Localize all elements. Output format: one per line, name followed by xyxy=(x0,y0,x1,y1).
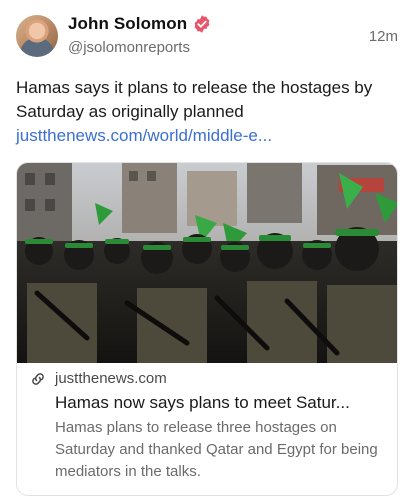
author-row: John Solomon xyxy=(68,12,212,36)
card-image xyxy=(17,163,397,363)
post-timestamp: 12m xyxy=(368,28,398,45)
post-text: Hamas says it plans to release the hosta… xyxy=(16,78,373,121)
verified-badge-icon xyxy=(194,15,210,33)
link-preview-card[interactable]: justthenews.com Hamas now says plans to … xyxy=(16,162,398,496)
card-domain-row: justthenews.com xyxy=(29,368,387,390)
card-description: Hamas plans to release three hostages on… xyxy=(55,419,378,480)
post-link[interactable]: justthenews.com/world/middle-e... xyxy=(16,124,398,148)
post-header: John Solomon @jsolomonreports 12m xyxy=(16,12,398,64)
link-icon xyxy=(32,373,44,385)
card-body: justthenews.com Hamas now says plans to … xyxy=(17,368,397,483)
author-handle[interactable]: @jsolomonreports xyxy=(68,39,190,56)
card-domain: justthenews.com xyxy=(55,370,167,387)
post-body: Hamas says it plans to release the hosta… xyxy=(16,76,398,148)
author-name[interactable]: John Solomon xyxy=(68,14,187,34)
avatar[interactable] xyxy=(16,15,58,57)
card-title: Hamas now says plans to meet Satur... xyxy=(55,393,350,412)
